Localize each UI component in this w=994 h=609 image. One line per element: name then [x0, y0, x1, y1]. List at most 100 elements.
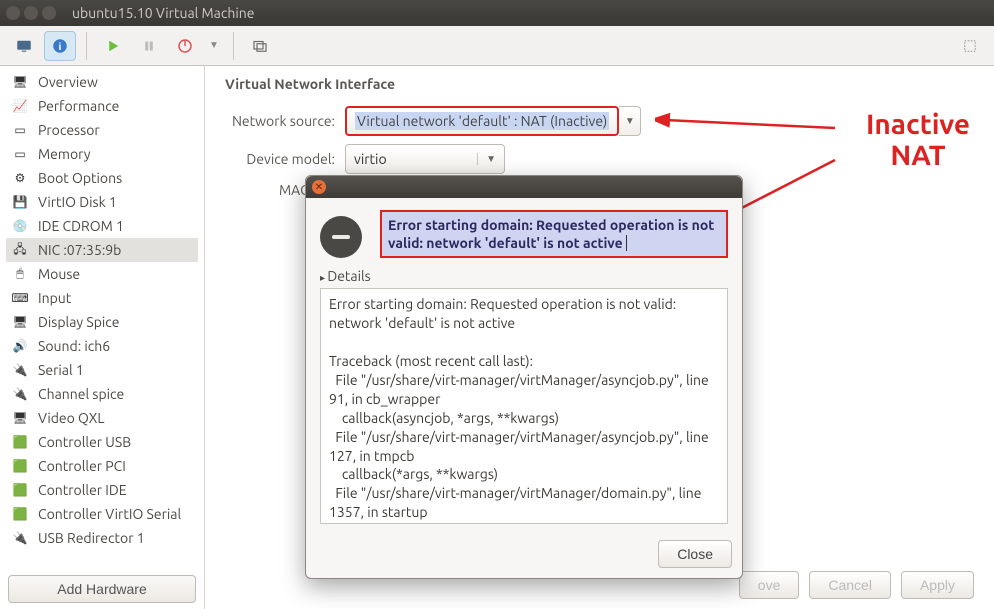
network-source-dropdown[interactable]: Virtual network 'default' : NAT (Inactiv… — [345, 106, 619, 136]
sidebar-item[interactable]: 🟩 Controller PCI — [6, 454, 198, 478]
add-hardware-button[interactable]: Add Hardware — [8, 575, 196, 603]
shutdown-button[interactable] — [169, 31, 201, 61]
sidebar-item-label: Controller USB — [38, 434, 131, 450]
sidebar-item-label: Controller IDE — [38, 482, 127, 498]
error-message: Error starting domain: Requested operati… — [380, 210, 728, 258]
device-model-label: Device model: — [225, 151, 345, 167]
sidebar-item[interactable]: 🔌 Channel spice — [6, 382, 198, 406]
sidebar-item-icon: 📈 — [10, 98, 30, 114]
sidebar-item-label: Performance — [38, 98, 119, 114]
chevron-down-icon: ▼ — [477, 153, 496, 165]
sidebar-item-icon: 🟩 — [10, 482, 30, 498]
sidebar-item-label: Processor — [38, 122, 100, 138]
network-source-value: Virtual network 'default' : NAT (Inactiv… — [355, 112, 609, 130]
sidebar-item-icon: 🖧 — [10, 242, 30, 258]
console-view-button[interactable] — [8, 31, 40, 61]
sidebar-item-label: IDE CDROM 1 — [38, 218, 124, 234]
sidebar-item-icon: 🖥 — [10, 410, 30, 426]
device-model-row: Device model: virtio ▼ — [225, 144, 974, 174]
dialog-close-button[interactable]: Close — [658, 540, 732, 568]
sidebar-item-icon: ▭ — [10, 146, 30, 162]
cancel-button[interactable]: Cancel — [809, 571, 891, 599]
sidebar-item[interactable]: 🟩 Controller VirtIO Serial — [6, 502, 198, 526]
sidebar-item-label: Mouse — [38, 266, 80, 282]
network-source-label: Network source: — [225, 113, 345, 129]
sidebar-item[interactable]: ⚙ Boot Options — [6, 166, 198, 190]
sidebar-item[interactable]: 📈 Performance — [6, 94, 198, 118]
details-view-button[interactable]: i — [44, 31, 76, 61]
sidebar-item-label: Controller PCI — [38, 458, 126, 474]
sidebar-item[interactable]: 💿 IDE CDROM 1 — [6, 214, 198, 238]
toolbar-separator — [86, 32, 87, 60]
toolbar: i ▼ — [0, 26, 994, 66]
details-textbox[interactable]: Error starting domain: Requested operati… — [320, 288, 728, 524]
svg-text:i: i — [59, 40, 62, 52]
sidebar-item-icon: 🟩 — [10, 506, 30, 522]
error-icon — [320, 216, 362, 258]
sidebar-item-icon: 🖥 — [10, 314, 30, 330]
run-button[interactable] — [97, 31, 129, 61]
dialog-close-icon[interactable]: ✕ — [312, 180, 326, 194]
sidebar-item[interactable]: 🔌 USB Redirector 1 — [6, 526, 198, 550]
window-maximize-icon[interactable] — [42, 6, 56, 20]
chevron-down-icon[interactable]: ▼ — [619, 106, 641, 136]
sidebar-item-icon: 🖥 — [10, 74, 30, 90]
annotation-text: Inactive NAT — [866, 110, 970, 172]
window-minimize-icon[interactable] — [24, 6, 38, 20]
error-dialog: ✕ Error starting domain: Requested opera… — [305, 175, 743, 579]
sidebar-item-icon: 🔌 — [10, 386, 30, 402]
window-titlebar: ubuntu15.10 Virtual Machine — [0, 0, 994, 26]
sidebar-item-label: Memory — [38, 146, 91, 162]
sidebar-item[interactable]: 🖥 Display Spice — [6, 310, 198, 334]
sidebar-item-icon: 💿 — [10, 218, 30, 234]
sidebar-item[interactable]: ⌨ Input — [6, 286, 198, 310]
sidebar-item-label: USB Redirector 1 — [38, 530, 145, 546]
sidebar-item[interactable]: ▭Processor — [6, 118, 198, 142]
sidebar-item-icon: ⚙ — [10, 170, 30, 186]
sidebar-item[interactable]: 🖥 Video QXL — [6, 406, 198, 430]
sidebar-item-icon: 🔊 — [10, 338, 30, 354]
window-close-icon[interactable] — [6, 6, 20, 20]
dialog-titlebar[interactable]: ✕ — [306, 176, 742, 198]
snapshots-button[interactable] — [244, 31, 276, 61]
device-model-dropdown[interactable]: virtio ▼ — [345, 144, 505, 174]
pause-button[interactable] — [133, 31, 165, 61]
sidebar-item-icon: 💾 — [10, 194, 30, 210]
sidebar-item-label: Overview — [38, 74, 98, 90]
hardware-sidebar: 🖥 Overview 📈 Performance ▭Processor ▭ Memory ⚙ B… — [0, 66, 205, 609]
sidebar-item-label: Channel spice — [38, 386, 124, 402]
chevron-down-icon: ▼ — [209, 40, 219, 51]
sidebar-item[interactable]: 🖱 Mouse — [6, 262, 198, 286]
shutdown-menu-button[interactable]: ▼ — [205, 31, 223, 61]
sidebar-item[interactable]: ▭ Memory — [6, 142, 198, 166]
footer-buttons: ove Cancel Apply — [739, 571, 974, 599]
sidebar-item-label: Controller VirtIO Serial — [38, 506, 181, 522]
apply-button[interactable]: Apply — [901, 571, 974, 599]
device-model-value: virtio — [354, 151, 469, 167]
sidebar-item[interactable]: 🖥 Overview — [6, 70, 198, 94]
sidebar-item[interactable]: 💾 VirtIO Disk 1 — [6, 190, 198, 214]
toolbar-separator-2 — [233, 32, 234, 60]
sidebar-item-label: VirtIO Disk 1 — [38, 194, 117, 210]
sidebar-item-icon: 🔌 — [10, 362, 30, 378]
details-toggle[interactable]: Details — [320, 268, 728, 284]
sidebar-item[interactable]: 🔊 Sound: ich6 — [6, 334, 198, 358]
sidebar-item-label: Serial 1 — [38, 362, 84, 378]
sidebar-item-label: Display Spice — [38, 314, 120, 330]
sidebar-item[interactable]: 🔌 Serial 1 — [6, 358, 198, 382]
sidebar-item[interactable]: 🖧NIC :07:35:9b — [6, 238, 198, 262]
sidebar-item-label: Boot Options — [38, 170, 122, 186]
window-title: ubuntu15.10 Virtual Machine — [72, 5, 255, 21]
sidebar-item-icon: ⌨ — [10, 290, 30, 306]
sidebar-item-icon: 🔌 — [10, 530, 30, 546]
sidebar-item-icon: 🖱 — [10, 266, 30, 282]
fullscreen-button[interactable] — [954, 31, 986, 61]
sidebar-item[interactable]: 🟩Controller USB — [6, 430, 198, 454]
panel-title: Virtual Network Interface — [225, 76, 974, 92]
remove-button[interactable]: ove — [739, 571, 800, 599]
sidebar-item[interactable]: 🟩 Controller IDE — [6, 478, 198, 502]
sidebar-item-label: Sound: ich6 — [38, 338, 110, 354]
sidebar-item-label: Video QXL — [38, 410, 104, 426]
sidebar-item-label: Input — [38, 290, 71, 306]
sidebar-item-icon: 🟩 — [10, 458, 30, 474]
